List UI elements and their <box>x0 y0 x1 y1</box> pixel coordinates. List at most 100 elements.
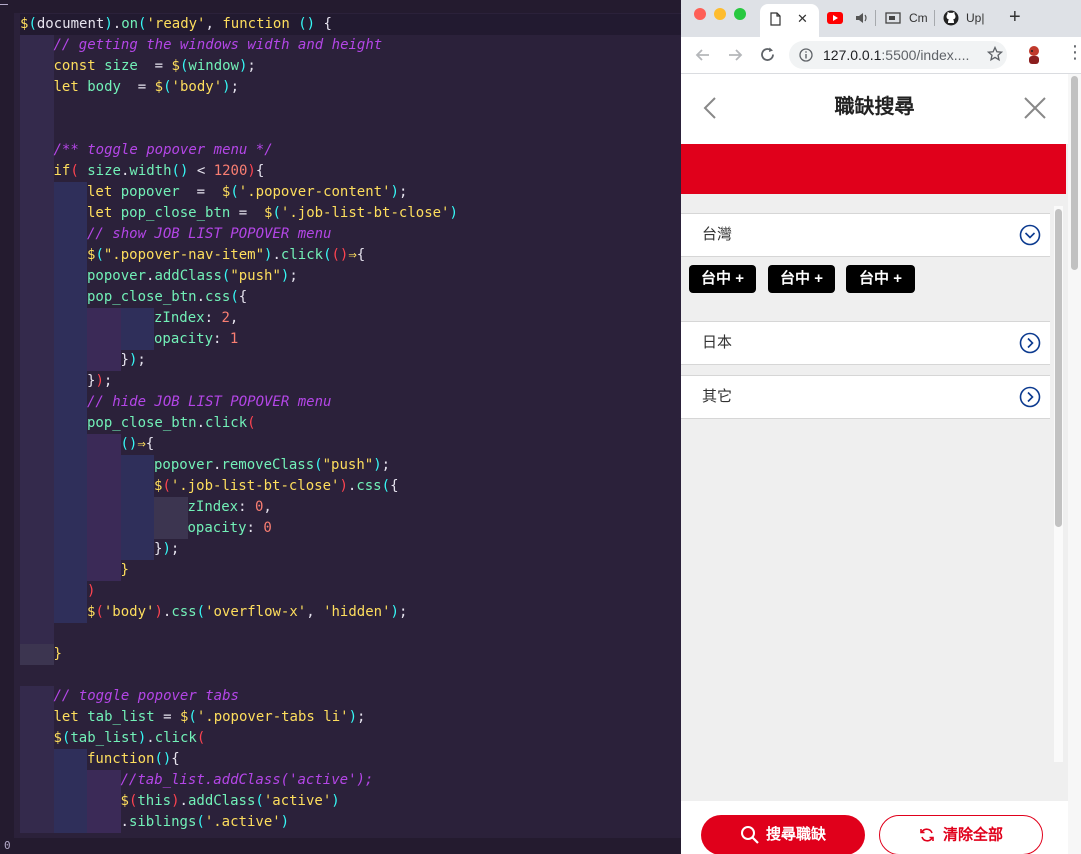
code-line: }); <box>20 539 179 560</box>
close-icon[interactable] <box>1024 97 1046 119</box>
code-line: // getting the windows width and height <box>20 35 382 56</box>
code-line: if( size.width() < 1200){ <box>20 161 264 182</box>
code-line <box>20 623 54 644</box>
reload-icon[interactable] <box>759 46 776 63</box>
info-icon[interactable] <box>799 48 813 62</box>
url-text: 127.0.0.1:5500/index.... <box>823 41 969 69</box>
code-line: function(){ <box>20 749 180 770</box>
code-line: popover.addClass("push"); <box>20 266 298 287</box>
refresh-icon <box>920 828 934 842</box>
cast-icon <box>885 12 901 24</box>
editor-gutter <box>0 13 14 838</box>
code-line: opacity: 0 <box>20 518 272 539</box>
tab-bar: ✕ Cm Up| + <box>681 0 1081 37</box>
code-line: ) <box>20 581 95 602</box>
status-text: 0 <box>4 839 11 852</box>
code-line <box>20 119 54 140</box>
code-line: zIndex: 2, <box>20 308 238 329</box>
forward-arrow-icon[interactable] <box>727 47 743 63</box>
search-jobs-button[interactable]: 搜尋職缺 <box>701 815 865 854</box>
maximize-window-button[interactable] <box>734 8 746 20</box>
editor-status-bar: 0 <box>0 838 681 854</box>
accordion-label: 日本 <box>702 334 733 351</box>
code-line <box>20 98 54 119</box>
document-icon <box>770 12 781 26</box>
inner-scrollbar-thumb[interactable] <box>1055 209 1062 527</box>
accordion-label: 其它 <box>702 388 733 405</box>
code-line: .siblings('.active') <box>20 812 289 833</box>
extension-avatar-icon[interactable] <box>1026 45 1042 65</box>
code-line: let body = $('body'); <box>20 77 239 98</box>
chevron-right-circle-icon[interactable] <box>1019 332 1041 354</box>
tab-divider <box>875 10 876 26</box>
editor-tab-marker <box>0 0 8 5</box>
footer-bar: 搜尋職缺 清除全部 <box>681 801 1068 854</box>
code-line: $(tab_list).click( <box>20 728 205 749</box>
browser-window: ✕ Cm Up| + 127.0.0.1:5500/index.... ⋮ 職缺… <box>681 0 1081 854</box>
clear-all-button[interactable]: 清除全部 <box>879 815 1043 854</box>
code-line: // toggle popover tabs <box>20 686 239 707</box>
page-scrollbar[interactable] <box>1068 74 1081 854</box>
code-line: //tab_list.addClass('active'); <box>20 770 373 791</box>
code-line: const size = $(window); <box>20 56 256 77</box>
code-line: } <box>20 644 62 665</box>
code-line: pop_close_btn.click( <box>20 413 256 434</box>
code-line: ()⇒{ <box>20 434 154 455</box>
accordion-item-japan[interactable]: 日本 <box>681 321 1050 365</box>
location-chip[interactable]: 台中 + <box>689 265 756 293</box>
github-icon <box>943 10 959 26</box>
address-bar[interactable]: 127.0.0.1:5500/index.... <box>789 41 1007 69</box>
code-line: // hide JOB LIST POPOVER menu <box>20 392 331 413</box>
url-host: 127.0.0.1 <box>823 47 882 63</box>
inner-scrollbar[interactable] <box>1054 206 1063 762</box>
tab-title[interactable]: Cm <box>909 11 928 25</box>
page-header: 職缺搜尋 <box>681 74 1068 144</box>
code-line: zIndex: 0, <box>20 497 272 518</box>
accordion-item-other[interactable]: 其它 <box>681 375 1050 419</box>
minimize-window-button[interactable] <box>714 8 726 20</box>
clear-button-label: 清除全部 <box>942 826 1003 844</box>
code-line: let pop_close_btn = $('.job-list-bt-clos… <box>20 203 458 224</box>
code-line: }); <box>20 371 112 392</box>
menu-dots-icon[interactable]: ⋮ <box>1066 43 1081 61</box>
tab-title[interactable]: Up| <box>966 11 984 25</box>
editor-top-bar <box>0 0 681 13</box>
browser-toolbar: 127.0.0.1:5500/index.... ⋮ <box>681 37 1081 74</box>
location-chip[interactable]: 台中 + <box>846 265 915 293</box>
chevron-down-circle-icon[interactable] <box>1019 224 1041 246</box>
page-scrollbar-thumb[interactable] <box>1071 76 1078 270</box>
new-tab-button[interactable]: + <box>1009 6 1021 29</box>
code-line: pop_close_btn.css({ <box>20 287 247 308</box>
code-line: // show JOB LIST POPOVER menu <box>20 224 331 245</box>
close-window-button[interactable] <box>694 8 706 20</box>
code-line: let tab_list = $('.popover-tabs li'); <box>20 707 365 728</box>
tab-close-icon[interactable]: ✕ <box>797 11 808 27</box>
red-banner <box>681 144 1066 194</box>
search-icon <box>740 826 759 844</box>
search-button-label: 搜尋職缺 <box>765 826 826 844</box>
code-line: $(this).addClass('active') <box>20 791 340 812</box>
code-line: let popover = $('.popover-content'); <box>20 182 407 203</box>
code-line: /** toggle popover menu */ <box>20 140 273 161</box>
code-line: $(document).on('ready', function () { <box>20 14 681 35</box>
bookmark-star-icon[interactable] <box>987 46 1003 62</box>
code-line: popover.removeClass("push"); <box>20 455 390 476</box>
tab-active[interactable]: ✕ <box>760 4 819 37</box>
url-path: :5500/index.... <box>881 47 970 63</box>
back-arrow-icon[interactable] <box>695 47 711 63</box>
accordion-label: 台灣 <box>702 226 733 243</box>
code-editor[interactable]: $(document).on('ready', function () { //… <box>0 0 681 854</box>
code-line: opacity: 1 <box>20 329 238 350</box>
code-line: $('body').css('overflow-x', 'hidden'); <box>20 602 407 623</box>
youtube-icon <box>827 12 843 24</box>
code-line: } <box>20 560 129 581</box>
page-title: 職缺搜尋 <box>834 96 915 118</box>
chevron-right-circle-icon[interactable] <box>1019 386 1041 408</box>
code-line: $('.job-list-bt-close').css({ <box>20 476 399 497</box>
tab-divider <box>934 10 935 26</box>
accordion-item-taiwan[interactable]: 台灣 <box>681 213 1050 257</box>
speaker-icon[interactable] <box>855 11 869 25</box>
location-chip[interactable]: 台中 + <box>768 265 835 293</box>
page-content: 職缺搜尋 台灣 台中 + 台中 + 台中 + 日本 其它 搜尋職缺 清除全部 <box>681 74 1068 854</box>
code-line: $(".popover-nav-item").click(()⇒{ <box>20 245 365 266</box>
